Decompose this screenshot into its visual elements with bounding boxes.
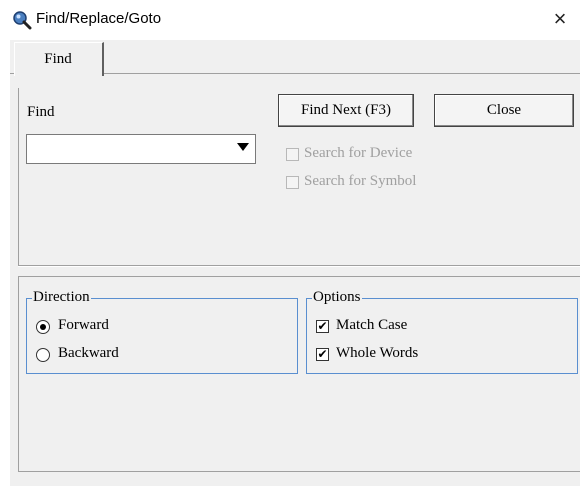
whole-words-checkbox[interactable]: ✔ [316, 348, 329, 361]
window-title: Find/Replace/Goto [36, 10, 162, 27]
radio-selected-dot [40, 324, 46, 330]
tab-find[interactable]: Find [14, 42, 104, 76]
search-device-label: Search for Device [304, 145, 413, 161]
find-label: Find [27, 104, 55, 120]
forward-radio[interactable] [36, 320, 50, 334]
backward-radio[interactable] [36, 348, 50, 362]
direction-groupbox [26, 298, 298, 374]
dropdown-arrow-icon[interactable] [237, 143, 249, 151]
search-symbol-label: Search for Symbol [304, 173, 417, 189]
tab-find-label: Find [44, 51, 72, 67]
magnifier-icon [12, 10, 32, 30]
find-next-button[interactable]: Find Next (F3) [278, 94, 414, 127]
backward-label: Backward [58, 345, 119, 361]
options-title: Options [312, 289, 362, 306]
search-symbol-checkbox[interactable] [286, 176, 299, 189]
direction-title: Direction [32, 289, 91, 306]
match-case-checkbox[interactable]: ✔ [316, 320, 329, 333]
close-window-button[interactable]: × [548, 6, 572, 32]
find-combobox[interactable] [26, 134, 256, 164]
close-button[interactable]: Close [434, 94, 574, 127]
title-bar: Find/Replace/Goto × [0, 0, 580, 40]
search-device-checkbox[interactable] [286, 148, 299, 161]
match-case-label: Match Case [336, 317, 408, 333]
forward-label: Forward [58, 317, 109, 333]
options-groupbox [306, 298, 578, 374]
whole-words-label: Whole Words [336, 345, 419, 361]
